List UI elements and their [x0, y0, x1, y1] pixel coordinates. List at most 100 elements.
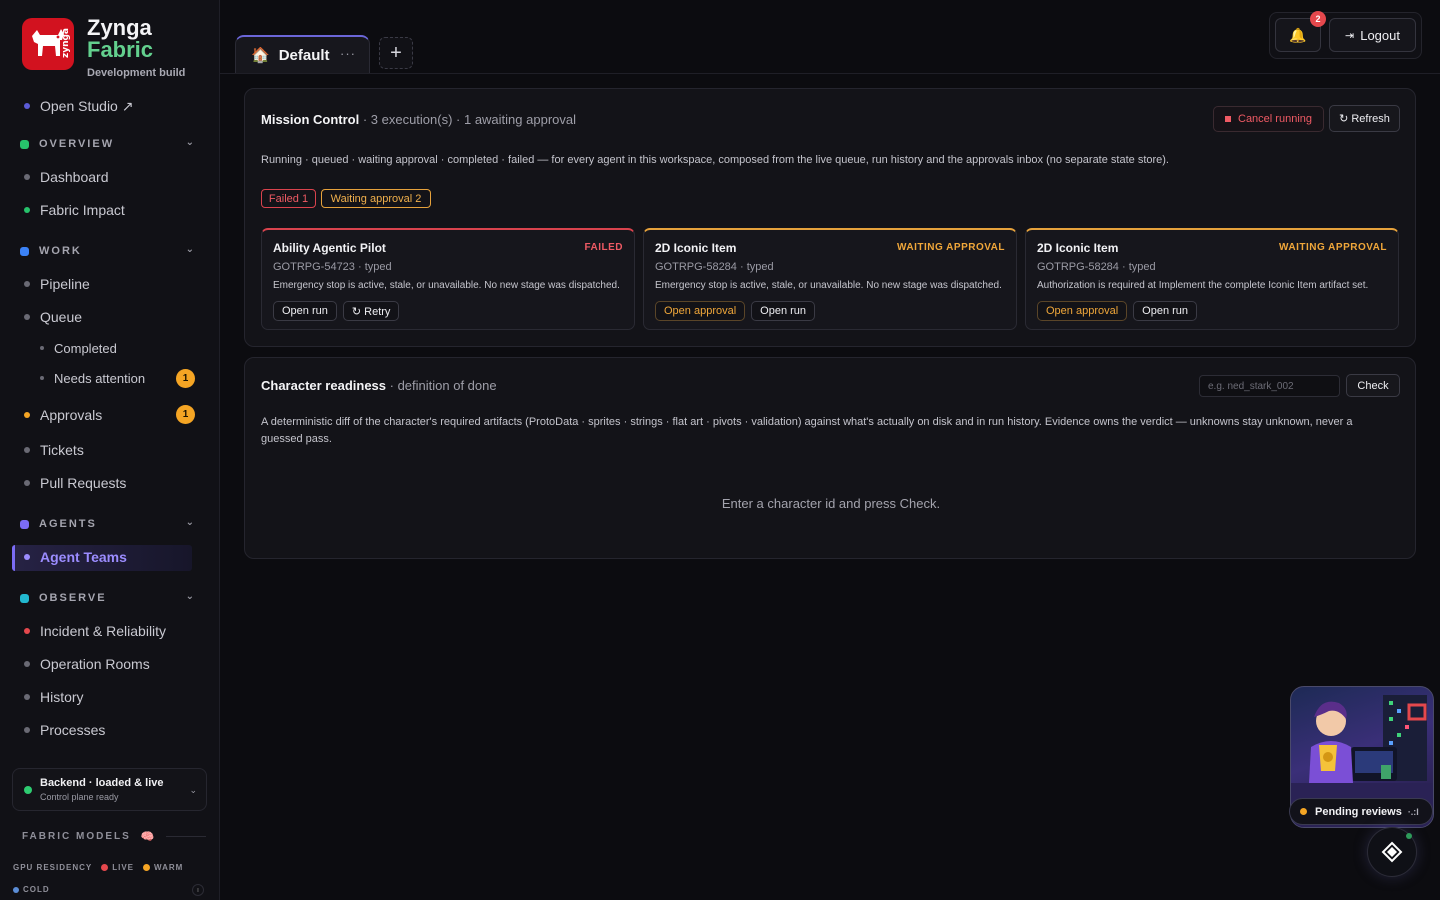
legend-live: LIVE	[112, 863, 135, 872]
sidebar-item-tickets[interactable]: Tickets	[24, 440, 84, 460]
status-badge: FAILED	[584, 242, 623, 253]
diamond-icon	[1381, 841, 1403, 863]
brand[interactable]: zynga Zynga Fabric Development build	[22, 15, 186, 79]
cancel-label: Cancel running	[1238, 113, 1312, 125]
item-dot	[24, 727, 30, 733]
backend-status-card[interactable]: Backend · loaded & live Control plane re…	[12, 768, 207, 811]
warm-dot	[143, 864, 151, 871]
waiting-filter-pill[interactable]: Waiting approval 2	[321, 189, 431, 208]
sidebar-item-approvals[interactable]: Approvals	[24, 405, 102, 425]
card-ticket-id: GOTRPG-58284 · typed	[655, 261, 774, 273]
sidebar-item-pull-requests[interactable]: Pull Requests	[24, 473, 126, 493]
sidebar-item-label: Pull Requests	[40, 475, 127, 491]
sidebar-item-dashboard[interactable]: Dashboard	[24, 167, 109, 187]
sidebar-item-completed[interactable]: Completed	[40, 338, 117, 358]
logout-label: Logout	[1360, 27, 1400, 43]
card-title: Ability Agentic Pilot	[273, 241, 386, 255]
card-message: Authorization is required at Implement t…	[1037, 280, 1369, 291]
section-work[interactable]: WORK ⌄	[20, 242, 200, 260]
signal-bars-icon: ·.:l	[1407, 806, 1419, 817]
tab-default[interactable]: 🏠 Default ···	[235, 35, 370, 73]
zynga-logo: zynga	[22, 18, 74, 70]
sidebar-item-fabric-impact[interactable]: Fabric Impact	[24, 200, 125, 220]
section-marker	[20, 593, 29, 603]
gpu-residency-legend: GPU RESIDENCY LIVE WARM	[13, 863, 183, 872]
panel-summary: · 3 execution(s) · 1 awaiting approval	[359, 112, 576, 127]
open-run-button[interactable]: Open run	[751, 301, 816, 321]
sidebar-item-agent-teams[interactable]: Agent Teams	[24, 547, 127, 567]
sidebar-item-label: Approvals	[40, 407, 103, 423]
logout-icon: ⇥	[1345, 29, 1355, 42]
item-dot	[24, 661, 30, 667]
sidebar-item-incident[interactable]: Incident & Reliability	[24, 621, 166, 641]
legend-warm: WARM	[154, 863, 184, 872]
legend-cold: COLD	[23, 885, 50, 894]
execution-card: 2D Iconic Item WAITING APPROVAL GOTRPG-5…	[643, 228, 1017, 330]
cold-legend: COLD	[13, 885, 50, 894]
chevron-down-icon: ⌄	[189, 785, 197, 795]
check-button[interactable]: Check	[1346, 374, 1400, 397]
sidebar-item-needs-attention[interactable]: Needs attention	[40, 368, 145, 388]
logout-button[interactable]: ⇥ Logout	[1329, 18, 1416, 52]
assistant-fab-button[interactable]	[1367, 827, 1417, 877]
status-dot	[1300, 808, 1307, 815]
execution-card: 2D Iconic Item WAITING APPROVAL GOTRPG-5…	[1025, 228, 1399, 330]
open-run-button[interactable]: Open run	[273, 301, 337, 321]
section-observe[interactable]: OBSERVE ⌄	[20, 589, 200, 607]
mission-control-panel: Mission Control · 3 execution(s) · 1 awa…	[244, 88, 1416, 347]
item-dot	[40, 376, 44, 380]
item-dot	[24, 554, 30, 560]
chevron-down-icon: ⌄	[185, 244, 196, 255]
live-dot	[101, 864, 109, 871]
item-dot	[24, 480, 30, 486]
section-overview[interactable]: OVERVIEW ⌄	[20, 135, 200, 153]
sidebar-item-operation-rooms[interactable]: Operation Rooms	[24, 654, 150, 674]
execution-card: Ability Agentic Pilot FAILED GOTRPG-5472…	[261, 228, 635, 330]
notification-count-badge: 2	[1310, 11, 1326, 27]
backend-detail: Control plane ready	[40, 792, 119, 802]
tabbar-divider	[220, 73, 1440, 74]
open-studio-link[interactable]: Open Studio ↗	[24, 96, 133, 116]
approvals-badge: 1	[176, 405, 195, 424]
retry-button[interactable]: ↻ Retry	[342, 301, 400, 321]
character-id-input[interactable]	[1199, 375, 1340, 397]
sidebar-item-pipeline[interactable]: Pipeline	[24, 274, 90, 294]
section-agents[interactable]: AGENTS ⌄	[20, 515, 200, 533]
logo-side-text: zynga	[61, 28, 71, 59]
open-run-button[interactable]: Open run	[1133, 301, 1198, 321]
section-overview-label: OVERVIEW	[39, 138, 115, 150]
divider	[166, 836, 207, 837]
pending-reviews-label[interactable]: Pending reviews ·.:l	[1289, 798, 1433, 825]
character-readiness-panel: Character readiness · definition of done…	[244, 357, 1416, 559]
brand-subtitle: Development build	[87, 67, 186, 79]
sidebar-item-history[interactable]: History	[24, 687, 84, 707]
sidebar-item-queue[interactable]: Queue	[24, 307, 82, 327]
open-approval-button[interactable]: Open approval	[655, 301, 746, 321]
brand-name-primary: Zynga	[87, 15, 152, 40]
fabric-models-header: FABRIC MODELS 🧠	[22, 830, 207, 843]
readiness-description: A deterministic diff of the character's …	[261, 416, 1353, 445]
sidebar-item-label: Incident & Reliability	[40, 623, 167, 639]
item-dot	[24, 281, 30, 287]
item-dot	[24, 207, 30, 213]
refresh-button[interactable]: ↻ Refresh	[1329, 105, 1400, 132]
tab-more-button[interactable]: ···	[340, 46, 356, 61]
readiness-heading: Character readiness · definition of done	[261, 378, 497, 393]
status-dot	[24, 786, 32, 794]
item-dot	[24, 628, 30, 634]
sidebar-item-label: Operation Rooms	[40, 656, 150, 672]
status-dot	[24, 103, 30, 109]
sidebar-item-label: Tickets	[40, 442, 84, 458]
section-observe-label: OBSERVE	[39, 592, 107, 604]
pending-reviews-text: Pending reviews	[1315, 805, 1402, 818]
scroll-indicator[interactable]: ı	[192, 884, 204, 896]
open-approval-button[interactable]: Open approval	[1037, 301, 1128, 321]
section-marker	[20, 519, 29, 529]
sidebar-item-label: History	[40, 689, 84, 705]
chevron-down-icon: ⌄	[185, 517, 196, 528]
add-tab-button[interactable]: +	[379, 37, 413, 69]
cancel-running-button[interactable]: Cancel running	[1213, 106, 1324, 132]
failed-filter-pill[interactable]: Failed 1	[261, 189, 316, 208]
sidebar-item-label: Queue	[40, 309, 83, 325]
sidebar-item-processes[interactable]: Processes	[24, 720, 105, 740]
